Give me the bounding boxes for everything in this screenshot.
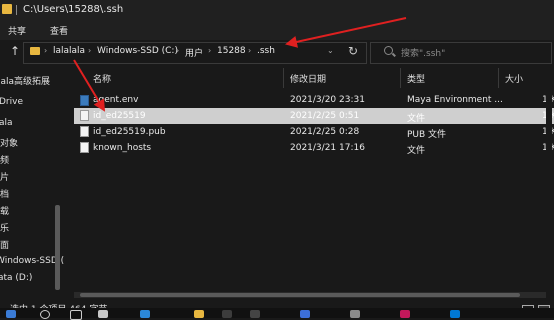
nav-item[interactable]: lala高级拓展 [0,74,50,87]
nav-item[interactable]: Drive [0,97,23,107]
vertical-scrollbar[interactable] [546,90,552,290]
nav-item[interactable]: 面 [0,238,9,251]
nav-item[interactable]: 频 [0,153,9,166]
tab-share[interactable]: 共享 [8,24,26,37]
file-date: 2021/3/20 23:31 [290,95,365,105]
file-name: id_ed25519.pub [93,127,166,137]
breadcrumb-item[interactable]: 用户 [185,46,203,59]
nav-item[interactable]: 乐 [0,221,9,234]
nav-item[interactable]: 档 [0,187,9,200]
file-name: known_hosts [93,143,152,153]
file-name: id_ed25519 [93,111,146,121]
app-icon[interactable] [98,310,108,318]
chevron-right-icon[interactable]: › [248,46,251,55]
breadcrumb-item[interactable]: lalalala [53,46,85,56]
folder-icon [30,47,40,55]
chevron-right-icon[interactable]: › [176,46,179,55]
refresh-icon[interactable]: ↻ [348,44,358,58]
file-explorer-icon[interactable] [194,310,204,318]
column-header-date[interactable]: 修改日期 [290,72,326,85]
chevron-right-icon[interactable]: › [208,46,211,55]
title-separator [16,5,17,15]
nav-item[interactable]: 对象 [0,136,18,149]
up-arrow-icon[interactable]: ↑ [10,44,20,58]
taskbar [0,308,554,318]
terminal-icon[interactable] [250,310,260,318]
nav-scrollbar[interactable] [55,205,60,290]
nav-item[interactable]: 片 [0,170,9,183]
file-date: 2021/2/25 0:51 [290,111,360,121]
folder-icon [2,4,12,14]
file-type: PUB 文件 [407,130,447,140]
chevron-right-icon[interactable]: › [88,46,91,55]
chevron-right-icon[interactable]: › [44,46,47,55]
maya-env-file-icon [80,95,89,106]
app-icon[interactable] [300,310,310,318]
file-icon [80,126,89,137]
column-divider[interactable] [283,68,284,88]
column-header-size[interactable]: 大小 [505,72,523,85]
column-divider[interactable] [400,68,401,88]
window-title: C:\Users\15288\.ssh [23,4,124,15]
nav-item[interactable]: ala [0,118,13,128]
nav-item[interactable]: 载 [0,204,9,217]
app-icon[interactable] [450,310,460,318]
breadcrumb-item[interactable]: 15288 [217,46,246,56]
app-icon[interactable] [400,310,410,318]
breadcrumb-item[interactable]: .ssh [257,46,275,56]
ribbon [0,20,554,40]
file-date: 2021/2/25 0:28 [290,127,360,137]
app-icon[interactable] [350,310,360,318]
tab-view[interactable]: 查看 [50,24,68,37]
task-view-icon[interactable] [70,310,82,320]
file-date: 2021/3/21 17:16 [290,143,365,153]
column-header-type[interactable]: 类型 [407,72,425,85]
breadcrumb-item[interactable]: Windows-SSD (C:) [97,46,178,56]
edge-icon[interactable] [140,310,150,318]
column-divider[interactable] [498,68,499,88]
file-type: 文件 [407,146,426,156]
column-header-name[interactable]: 名称 [93,72,111,85]
search-placeholder: 搜索".ssh" [401,49,446,59]
search-input[interactable] [370,42,552,64]
nav-item[interactable]: ata (D:) [0,273,32,283]
file-type: Maya Environment ... [407,95,503,105]
app-icon[interactable] [222,310,232,318]
scrollbar-thumb[interactable] [80,293,520,297]
start-icon[interactable] [6,310,16,318]
file-icon [80,110,89,121]
file-type: 文件 [407,114,426,124]
file-icon [80,142,89,153]
chevron-down-icon[interactable]: ⌄ [327,46,334,55]
file-name: agent.env [93,95,139,105]
